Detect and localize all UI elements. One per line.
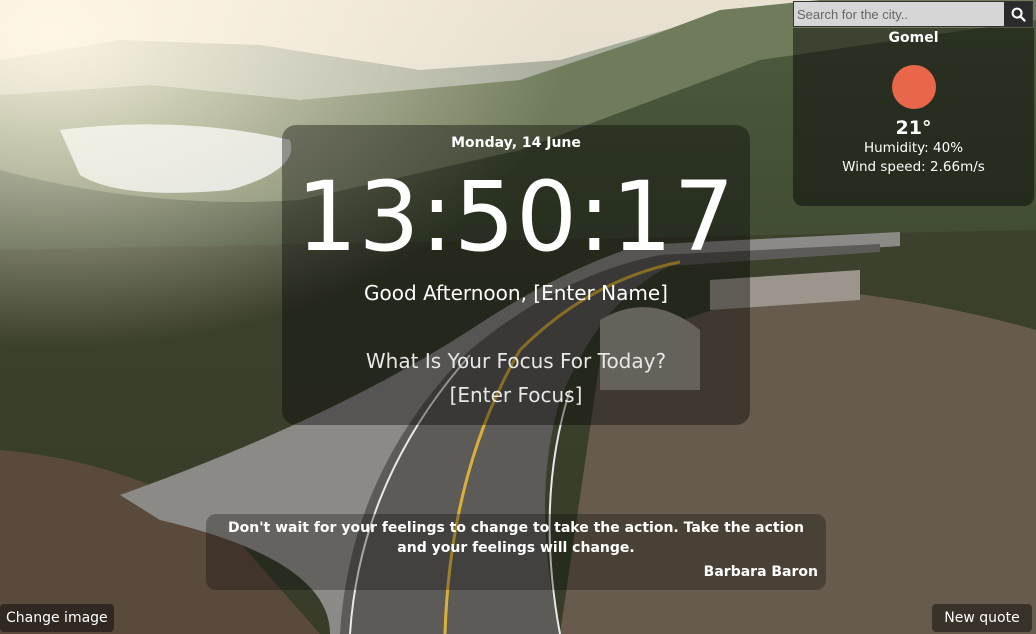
- quote-text: Don't wait for your feelings to change t…: [228, 520, 804, 556]
- search-icon: [1011, 7, 1026, 22]
- weather-wind-speed: Wind speed: 2.66m/s: [842, 159, 985, 175]
- quote-box: Don't wait for your feelings to change t…: [206, 514, 826, 590]
- clock-time: 13:50:17: [296, 161, 736, 273]
- city-search-bar: [793, 1, 1033, 27]
- current-date: Monday, 14 June: [451, 135, 581, 151]
- main-panel: Monday, 14 June 13:50:17 Good Afternoon,…: [282, 125, 750, 425]
- greeting-text: Good Afternoon,: [364, 281, 527, 305]
- sun-icon: [891, 65, 936, 109]
- change-image-button[interactable]: Change image: [0, 604, 114, 632]
- focus-input[interactable]: [Enter Focus]: [282, 383, 750, 407]
- weather-temperature: 21°: [895, 117, 932, 139]
- new-quote-button[interactable]: New quote: [932, 604, 1032, 632]
- city-search-input[interactable]: [794, 2, 1004, 26]
- search-button[interactable]: [1004, 2, 1032, 26]
- greeting: Good Afternoon, [Enter Name]: [282, 281, 750, 305]
- focus-question: What Is Your Focus For Today?: [365, 349, 667, 373]
- weather-humidity: Humidity: 40%: [863, 140, 964, 156]
- quote-author: Barbara Baron: [703, 564, 818, 580]
- name-input[interactable]: [Enter Name]: [533, 281, 668, 305]
- weather-city: Gomel: [888, 30, 939, 46]
- weather-widget: Gomel 21° Humidity: 40% Wind speed: 2.66…: [793, 28, 1034, 206]
